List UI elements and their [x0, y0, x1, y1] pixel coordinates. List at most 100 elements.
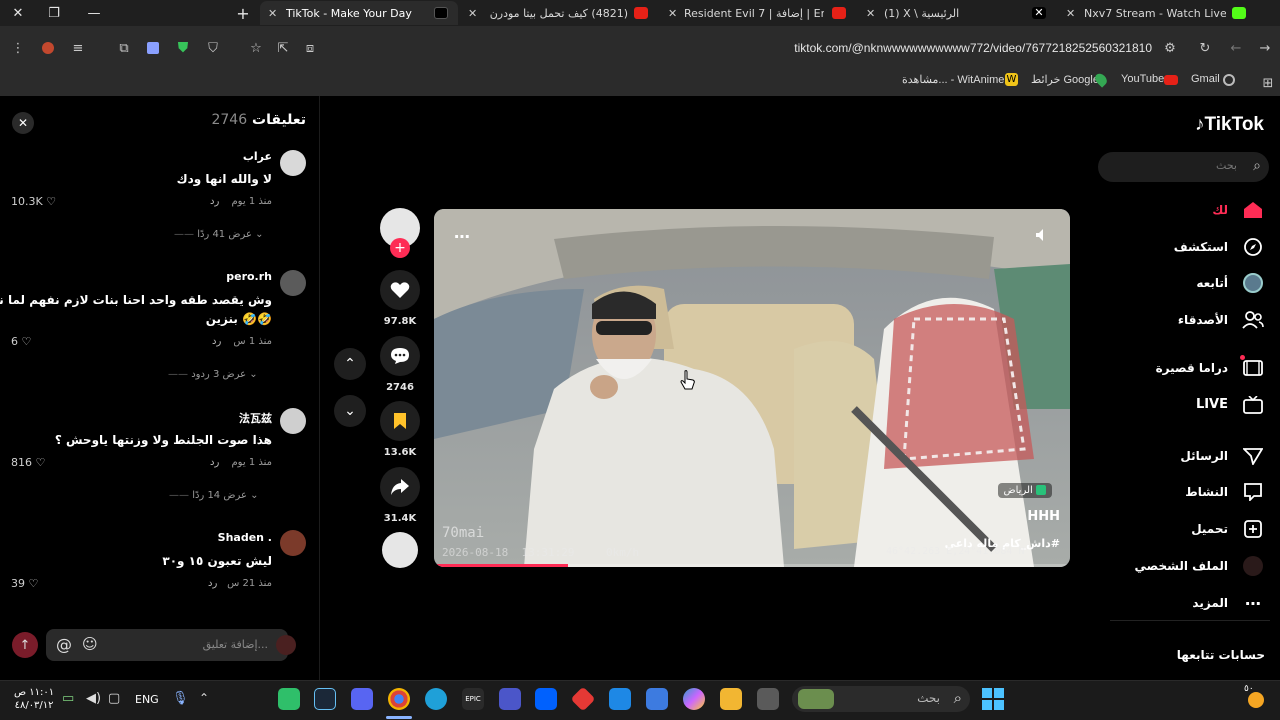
reply-button[interactable]: رد	[208, 578, 217, 589]
comment-like-button[interactable]: 10.3K ♡	[11, 195, 56, 208]
comment-like-button[interactable]: 6 ♡	[11, 335, 31, 348]
mention-icon[interactable]: @	[56, 635, 72, 654]
network-icon[interactable]: ▢	[108, 691, 120, 706]
nav-short-drama[interactable]: دراما قصيرة	[1156, 361, 1228, 375]
nav-messages[interactable]: الرسائل	[1180, 449, 1228, 463]
translate-icon[interactable]: ⧈	[302, 40, 318, 56]
forward-icon[interactable]: ←	[1228, 40, 1244, 56]
extension-icon[interactable]	[40, 40, 56, 56]
discord-icon[interactable]	[351, 688, 373, 710]
bookmark-google-maps[interactable]: خرائط Google	[1031, 73, 1099, 86]
search-input[interactable]: ⌕ بحث	[1098, 152, 1269, 182]
app-icon-gray[interactable]	[757, 688, 779, 710]
reply-button[interactable]: رد	[210, 457, 219, 468]
like-button[interactable]	[380, 270, 420, 310]
video-player[interactable]: ⋯ الرياض HHH #داش_كام ماله داعي 70mai 20…	[434, 209, 1070, 567]
close-tab-icon[interactable]: ✕	[268, 7, 277, 20]
close-tab-icon[interactable]: ✕	[668, 7, 677, 20]
nav-live[interactable]: LIVE	[1196, 397, 1228, 412]
avatar[interactable]	[280, 408, 306, 434]
site-settings-icon[interactable]: ⚙	[1162, 40, 1178, 56]
copilot-icon[interactable]	[683, 688, 705, 710]
nav-following[interactable]: أتابعه	[1196, 276, 1228, 290]
save-button[interactable]	[380, 401, 420, 441]
tab-youtube-1[interactable]: ✕ (4821) كيف تحمل بيتا مودرن ورا	[462, 1, 658, 25]
bookmark-witanime[interactable]: مشاهدة... - WitAnime	[902, 73, 1004, 86]
avatar[interactable]	[280, 530, 306, 556]
post-comment-button[interactable]: ↑	[12, 632, 38, 658]
battery-icon[interactable]: ▭	[62, 691, 74, 706]
tab-kick[interactable]: ✕ Nxv7 Stream - Watch Live on Ki	[1060, 1, 1256, 25]
share-button[interactable]	[380, 467, 420, 507]
reply-button[interactable]: رد	[210, 196, 219, 207]
nav-for-you[interactable]: لك	[1212, 203, 1228, 217]
microphone-icon[interactable]: 🎙	[172, 691, 189, 706]
file-explorer-icon[interactable]	[720, 688, 742, 710]
follow-plus-icon[interactable]: +	[390, 238, 410, 258]
comment-author[interactable]: Shaden .	[218, 531, 272, 544]
language-indicator[interactable]: ENG	[135, 693, 159, 706]
puzzle-extensions-icon[interactable]: ⧉	[116, 40, 132, 56]
reply-button[interactable]: رد	[212, 336, 221, 347]
avatar[interactable]	[280, 270, 306, 296]
nav-more[interactable]: المزيد	[1192, 596, 1228, 610]
video-username[interactable]: HHH	[1027, 509, 1060, 524]
steam-icon[interactable]	[314, 688, 336, 710]
tab-youtube-2[interactable]: ✕ Resident Evil 7 | إضافة | End of Zo	[662, 1, 858, 25]
view-replies-button[interactable]: —— عرض 3 ردود ⌄	[168, 369, 258, 380]
new-tab-icon[interactable]: +	[233, 3, 253, 23]
close-tab-icon[interactable]: ✕	[866, 7, 875, 20]
nav-profile[interactable]: الملف الشخصي	[1135, 559, 1228, 573]
clock[interactable]: ١١:٠١ ص ٤٨/٠٣/١٢	[14, 686, 54, 712]
mail-icon[interactable]	[609, 688, 631, 710]
tab-x[interactable]: ✕ (1) X \ الرئيسية ✕	[860, 1, 1056, 25]
more-options-icon[interactable]: ⋯	[454, 227, 470, 246]
volume-icon[interactable]: ◀)	[86, 691, 101, 706]
volume-icon[interactable]	[1034, 227, 1050, 243]
taskbar-search[interactable]: بحث ⌕	[792, 686, 970, 712]
extension-2-icon[interactable]	[145, 40, 161, 56]
location-badge[interactable]: الرياض	[997, 483, 1052, 498]
minimize-window-icon[interactable]: —	[84, 3, 104, 23]
windows-start-icon[interactable]	[982, 688, 1004, 710]
star-bookmark-icon[interactable]: ☆	[248, 40, 264, 56]
next-video-button[interactable]: ⌄	[334, 395, 366, 427]
add-comment-input[interactable]: @ ☺ إضافة تعليق...	[46, 629, 288, 661]
chrome-icon[interactable]	[388, 688, 410, 710]
sliders-icon[interactable]: ≡	[70, 40, 86, 56]
close-tab-icon[interactable]: ✕	[1066, 7, 1075, 20]
previous-video-button[interactable]: ⌃	[334, 348, 366, 380]
nav-friends[interactable]: الأصدقاء	[1178, 313, 1228, 327]
address-bar[interactable]: tiktok.com/@nknwwwwwwwwww772/video/76772…	[794, 41, 1152, 55]
nav-upload[interactable]: تحميل	[1191, 522, 1228, 536]
bookmark-gmail[interactable]: Gmail	[1191, 73, 1220, 85]
comment-author[interactable]: 法瓦兹	[239, 410, 272, 426]
tiktok-logo[interactable]: ♪TikTok	[1195, 114, 1264, 136]
view-replies-button[interactable]: —— عرض 14 ردًا ⌄	[169, 490, 259, 501]
back-icon[interactable]: →	[1257, 40, 1273, 56]
restore-window-icon[interactable]: ❐	[44, 3, 64, 23]
search-icon[interactable]: ⌕	[1253, 158, 1261, 174]
avatar[interactable]	[280, 150, 306, 176]
reload-icon[interactable]: ↻	[1197, 40, 1213, 56]
app-icon-blue[interactable]	[499, 688, 521, 710]
tab-tiktok[interactable]: ✕ TikTok - Make Your Day	[260, 1, 458, 25]
epic-games-icon[interactable]: EPIC	[462, 688, 484, 710]
weather-icon[interactable]	[1248, 692, 1264, 708]
comment-like-button[interactable]: 816 ♡	[11, 456, 45, 469]
music-disc-icon[interactable]	[382, 532, 418, 568]
comment-author[interactable]: عراب	[243, 150, 272, 163]
shield-green-icon[interactable]: ⛊	[175, 40, 191, 56]
view-replies-button[interactable]: —— عرض 41 ردًا ⌄	[174, 229, 264, 240]
close-comments-icon[interactable]: ✕	[12, 112, 34, 134]
edge-icon[interactable]	[425, 688, 447, 710]
shield-icon[interactable]: ⛉	[205, 40, 221, 56]
nav-explore[interactable]: استكشف	[1174, 240, 1228, 254]
close-window-icon[interactable]: ✕	[8, 3, 28, 23]
comment-button[interactable]	[380, 336, 420, 376]
apps-grid-icon[interactable]: ⊞	[1260, 75, 1276, 91]
emoji-icon[interactable]: ☺	[82, 635, 98, 653]
comment-like-button[interactable]: 39 ♡	[11, 577, 38, 590]
share-icon[interactable]: ⇱	[275, 40, 291, 56]
nav-activity[interactable]: النشاط	[1185, 485, 1228, 499]
